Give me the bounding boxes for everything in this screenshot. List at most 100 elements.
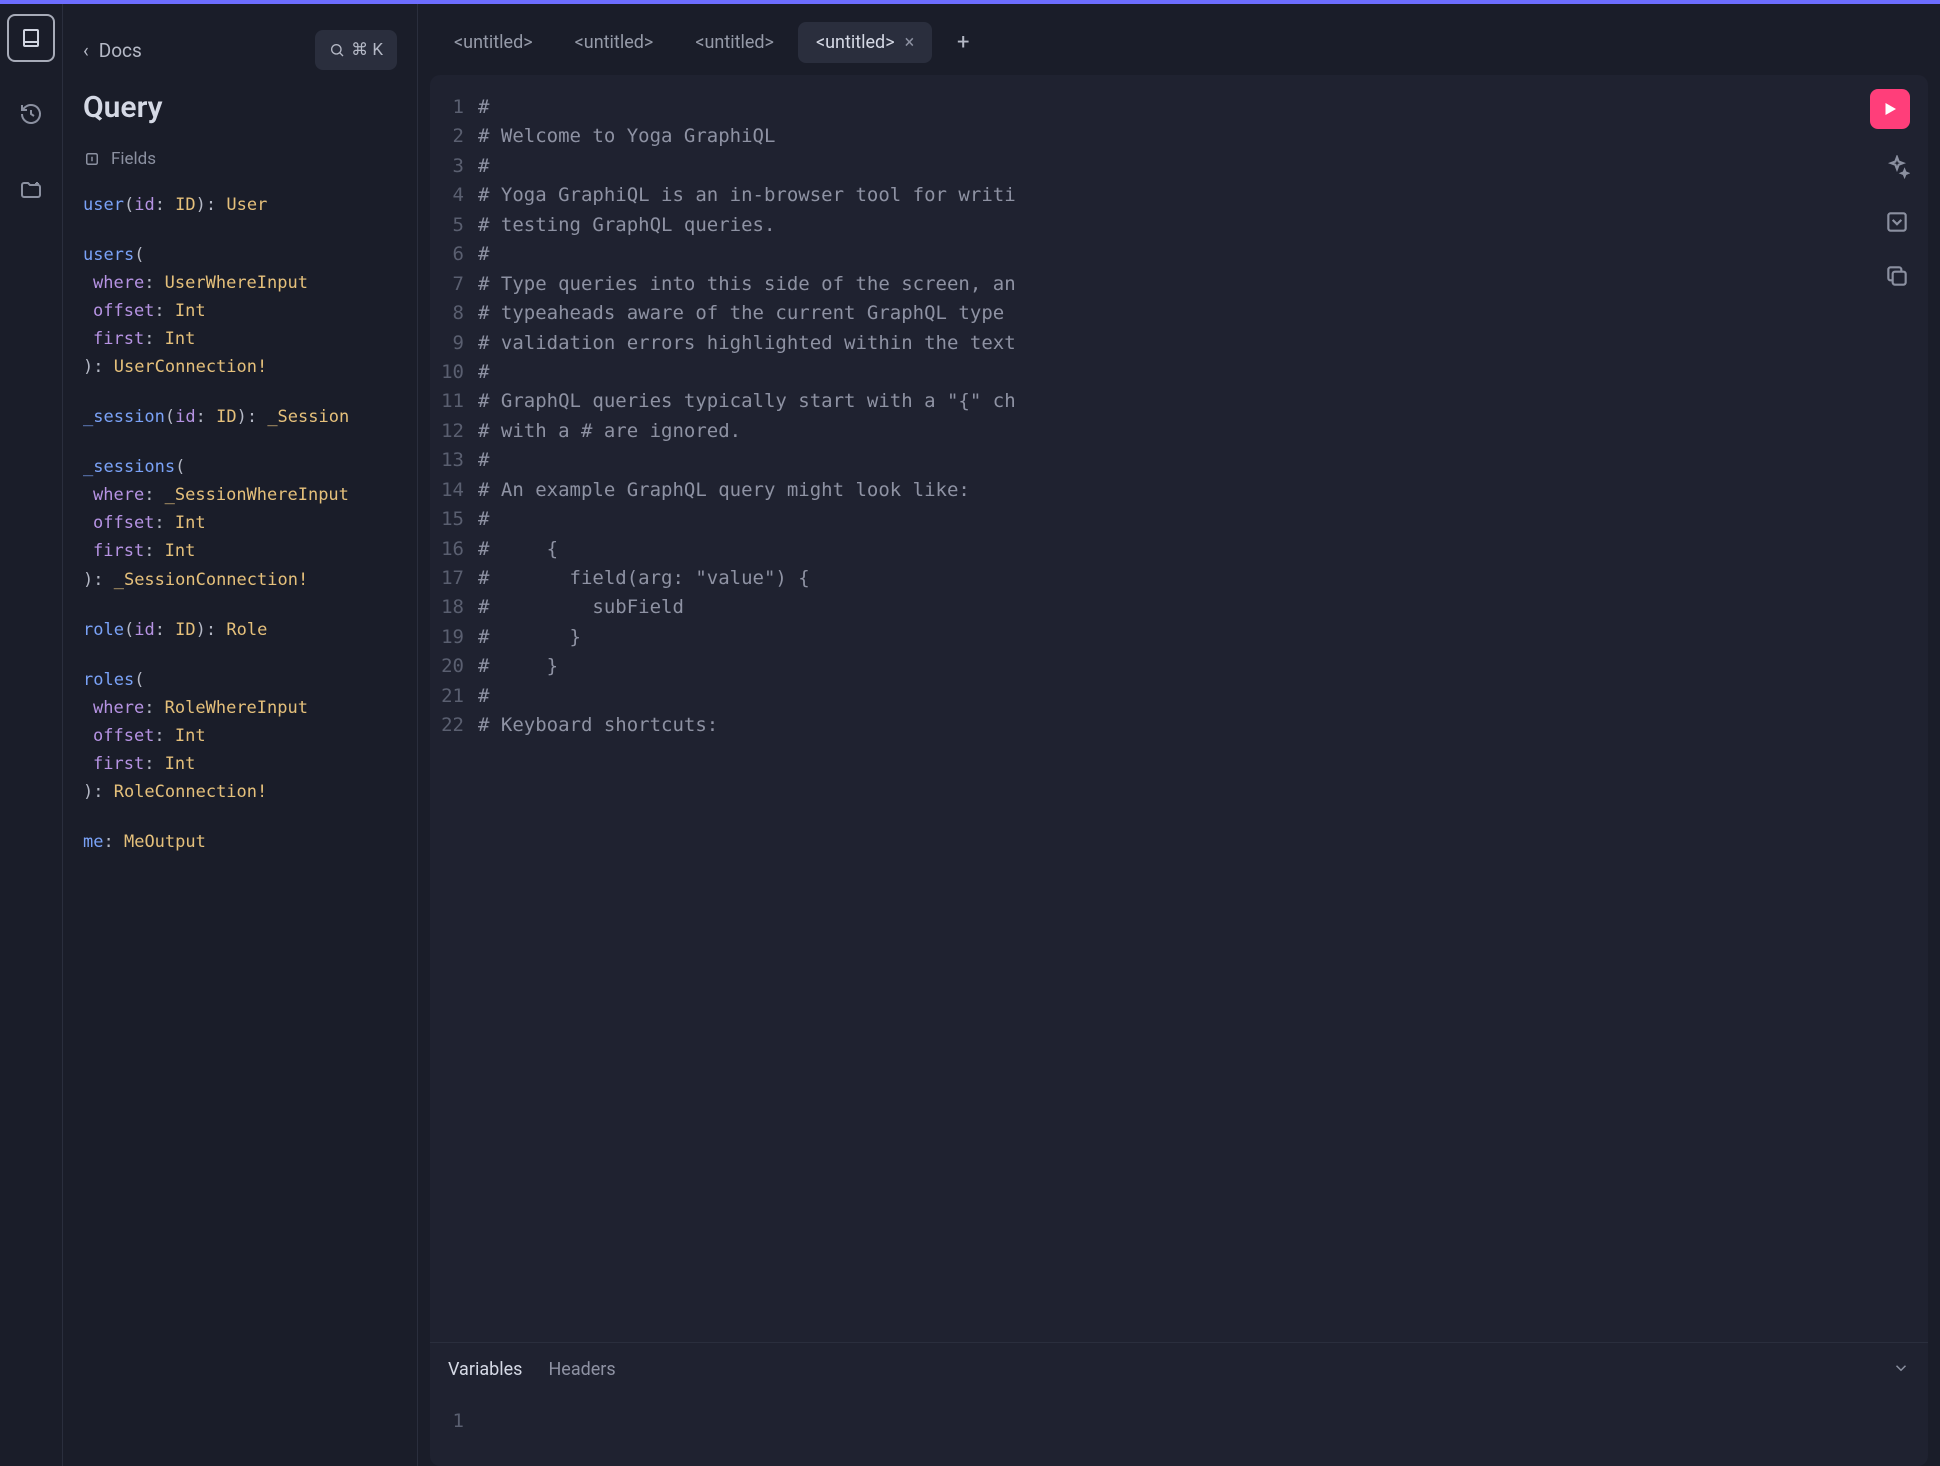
line-text: # GraphQL queries typically start with a… — [478, 387, 1016, 416]
line-text: # — [478, 240, 489, 269]
line-number: 6 — [430, 240, 478, 269]
copy-button[interactable] — [1884, 263, 1910, 289]
type-link[interactable]: Int — [175, 726, 206, 746]
query-editor: 1#2# Welcome to Yoga GraphiQL3#4# Yoga G… — [430, 75, 1928, 1342]
fields-list: user(id: ID): Userusers(where: UserWhere… — [83, 191, 397, 856]
tab-label: <untitled> — [816, 32, 895, 53]
type-link[interactable]: Int — [165, 329, 196, 349]
type-link[interactable]: Int — [165, 754, 196, 774]
line-text: # Yoga GraphiQL is an in-browser tool fo… — [478, 181, 1016, 210]
editor-line: 20# } — [430, 652, 1928, 681]
field-name[interactable]: roles — [83, 670, 134, 690]
chevron-down-icon — [1892, 1359, 1910, 1377]
arg-name: where — [93, 485, 144, 505]
editor-tab[interactable]: <untitled> × — [798, 22, 932, 63]
type-link[interactable]: Int — [175, 301, 206, 321]
play-icon — [1881, 100, 1899, 118]
type-link[interactable]: RoleWhereInput — [165, 698, 308, 718]
line-text: # subField — [478, 593, 684, 622]
tab-headers[interactable]: Headers — [548, 1359, 615, 1380]
type-link[interactable]: Int — [175, 513, 206, 533]
line-number: 1 — [430, 1407, 478, 1436]
line-text: # field(arg: "value") { — [478, 564, 810, 593]
editor-line: 6# — [430, 240, 1928, 269]
line-number: 10 — [430, 358, 478, 387]
tab-variables[interactable]: Variables — [448, 1359, 522, 1380]
new-tab-button[interactable]: + — [946, 26, 980, 60]
editor-tab[interactable]: <untitled> — [436, 22, 551, 63]
editor-line: 10# — [430, 358, 1928, 387]
type-link[interactable]: ID — [175, 620, 195, 640]
docs-search-button[interactable]: ⌘ K — [315, 30, 397, 70]
docs-back-link[interactable]: ‹ Docs — [83, 39, 142, 62]
merge-icon — [1884, 209, 1910, 235]
field-name[interactable]: user — [83, 195, 124, 215]
line-number: 18 — [430, 593, 478, 622]
field-name[interactable]: role — [83, 620, 124, 640]
type-link[interactable]: ID — [175, 195, 195, 215]
type-link[interactable]: RoleConnection! — [114, 782, 268, 802]
line-text: # — [478, 446, 489, 475]
line-text: # — [478, 505, 489, 534]
arg-name: first — [93, 754, 144, 774]
line-text: # } — [478, 623, 581, 652]
type-link[interactable]: UserConnection! — [114, 357, 268, 377]
editor-line: 21# — [430, 682, 1928, 711]
line-number: 20 — [430, 652, 478, 681]
field-item: _sessions(where: _SessionWhereInputoffse… — [83, 453, 397, 593]
editor-line: 1 — [430, 1407, 1928, 1436]
line-text: # typeaheads aware of the current GraphQ… — [478, 299, 1016, 328]
editor-line: 16# { — [430, 535, 1928, 564]
prettify-button[interactable] — [1884, 155, 1910, 181]
folder-plus-icon — [19, 178, 43, 202]
line-number: 19 — [430, 623, 478, 652]
docs-rail-button[interactable] — [7, 14, 55, 62]
explorer-rail-button[interactable] — [7, 166, 55, 214]
field-item: user(id: ID): User — [83, 191, 397, 219]
line-text: # Keyboard shortcuts: — [478, 711, 718, 740]
line-number: 12 — [430, 417, 478, 446]
type-link[interactable]: User — [226, 195, 267, 215]
line-number: 5 — [430, 211, 478, 240]
line-number: 15 — [430, 505, 478, 534]
field-name[interactable]: _sessions — [83, 457, 175, 477]
field-name[interactable]: _session — [83, 407, 165, 427]
variables-editor-body[interactable]: 1 — [430, 1397, 1928, 1466]
line-number: 2 — [430, 122, 478, 151]
editor-line: 7# Type queries into this side of the sc… — [430, 270, 1928, 299]
fields-header[interactable]: Fields — [83, 149, 397, 169]
field-name[interactable]: me — [83, 832, 103, 852]
merge-button[interactable] — [1884, 209, 1910, 235]
editor-tab[interactable]: <untitled> — [677, 22, 792, 63]
type-link[interactable]: Int — [165, 541, 196, 561]
type-link[interactable]: _SessionConnection! — [114, 570, 308, 590]
type-link[interactable]: ID — [216, 407, 236, 427]
type-link[interactable]: _SessionWhereInput — [165, 485, 349, 505]
history-rail-button[interactable] — [7, 90, 55, 138]
editor-line: 5# testing GraphQL queries. — [430, 211, 1928, 240]
arg-name: first — [93, 541, 144, 561]
editor-line: 17# field(arg: "value") { — [430, 564, 1928, 593]
type-link[interactable]: UserWhereInput — [165, 273, 308, 293]
app-root: ‹ Docs ⌘ K Query Fields user(id: ID): Us… — [0, 4, 1940, 1466]
collapse-icon — [83, 150, 101, 168]
run-button[interactable] — [1870, 89, 1910, 129]
type-link[interactable]: Role — [226, 620, 267, 640]
editor-line: 4# Yoga GraphiQL is an in-browser tool f… — [430, 181, 1928, 210]
type-link[interactable]: MeOutput — [124, 832, 206, 852]
field-name[interactable]: users — [83, 245, 134, 265]
close-icon[interactable]: × — [905, 32, 915, 53]
editor-tabs: <untitled><untitled><untitled><untitled>… — [418, 4, 1940, 75]
type-link[interactable]: _Session — [267, 407, 349, 427]
variables-collapse-button[interactable] — [1892, 1359, 1910, 1381]
field-item: role(id: ID): Role — [83, 616, 397, 644]
line-text: # testing GraphQL queries. — [478, 211, 775, 240]
arg-name: offset — [93, 301, 154, 321]
copy-icon — [1884, 263, 1910, 289]
editor-line: 2# Welcome to Yoga GraphiQL — [430, 122, 1928, 151]
chevron-left-icon: ‹ — [83, 39, 89, 62]
variables-panel: Variables Headers 1 — [430, 1342, 1928, 1466]
query-editor-body[interactable]: 1#2# Welcome to Yoga GraphiQL3#4# Yoga G… — [430, 75, 1928, 1342]
line-text: # — [478, 152, 489, 181]
editor-tab[interactable]: <untitled> — [557, 22, 672, 63]
